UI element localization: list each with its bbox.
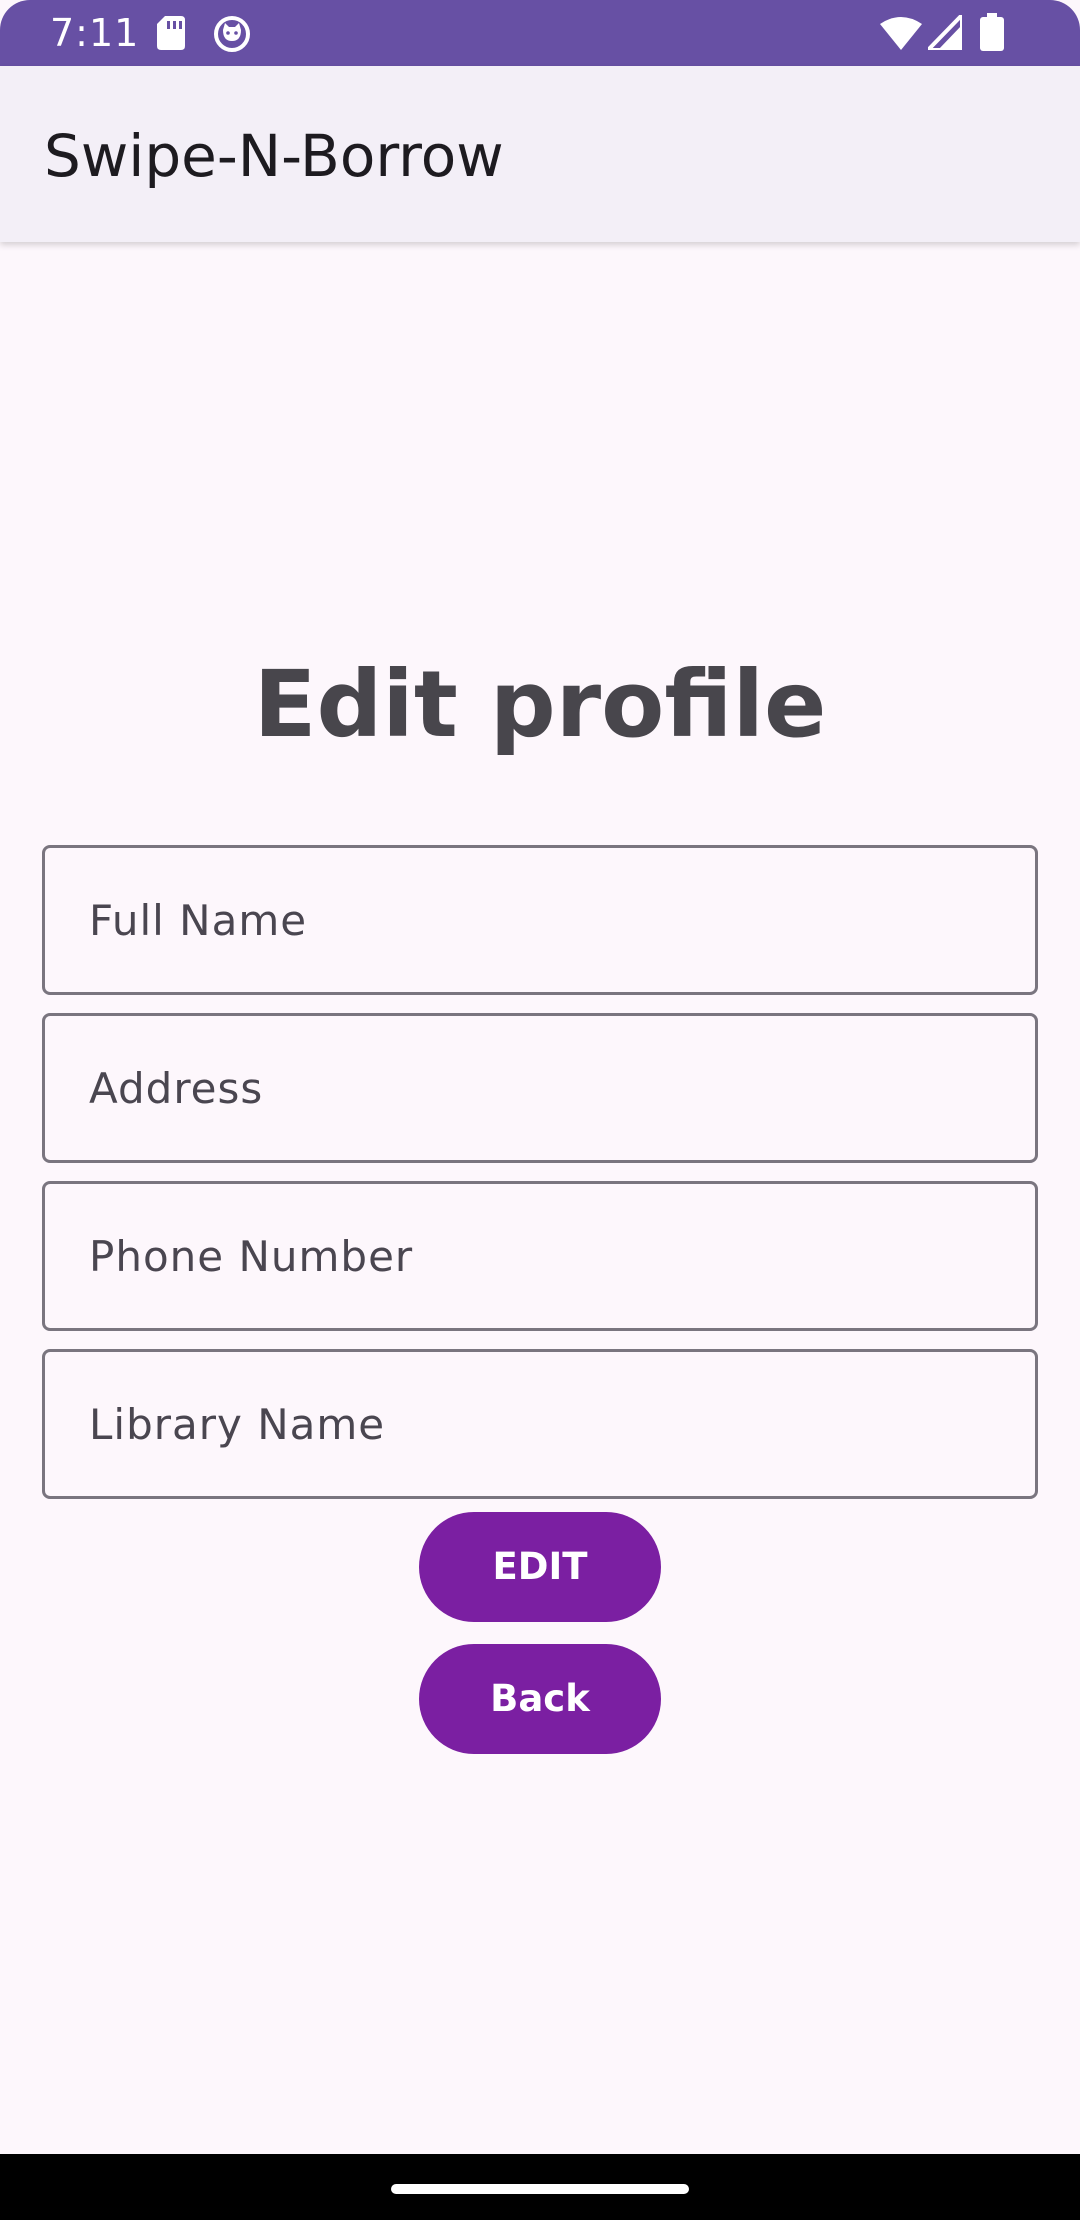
library-name-field[interactable]	[42, 1349, 1038, 1499]
library-name-input[interactable]	[45, 1352, 1035, 1496]
full-name-field[interactable]	[42, 845, 1038, 995]
navigation-bar	[0, 2154, 1080, 2220]
back-button[interactable]: Back	[419, 1644, 661, 1754]
home-indicator[interactable]	[391, 2184, 689, 2194]
wifi-icon	[880, 16, 922, 50]
app-bar: Swipe-N-Borrow	[0, 66, 1080, 242]
edit-button[interactable]: EDIT	[419, 1512, 661, 1622]
cat-notification-icon	[214, 16, 250, 52]
app-title: Swipe-N-Borrow	[44, 122, 504, 190]
battery-icon	[980, 13, 1004, 51]
status-time: 7:11	[50, 11, 140, 55]
cell-signal-icon	[926, 13, 964, 52]
sd-card-icon	[157, 16, 185, 50]
address-input[interactable]	[45, 1016, 1035, 1160]
status-bar: 7:11	[0, 0, 1080, 66]
phone-number-field[interactable]	[42, 1181, 1038, 1331]
phone-number-input[interactable]	[45, 1184, 1035, 1328]
full-name-input[interactable]	[45, 848, 1035, 992]
page-title: Edit profile	[253, 651, 827, 758]
address-field[interactable]	[42, 1013, 1038, 1163]
